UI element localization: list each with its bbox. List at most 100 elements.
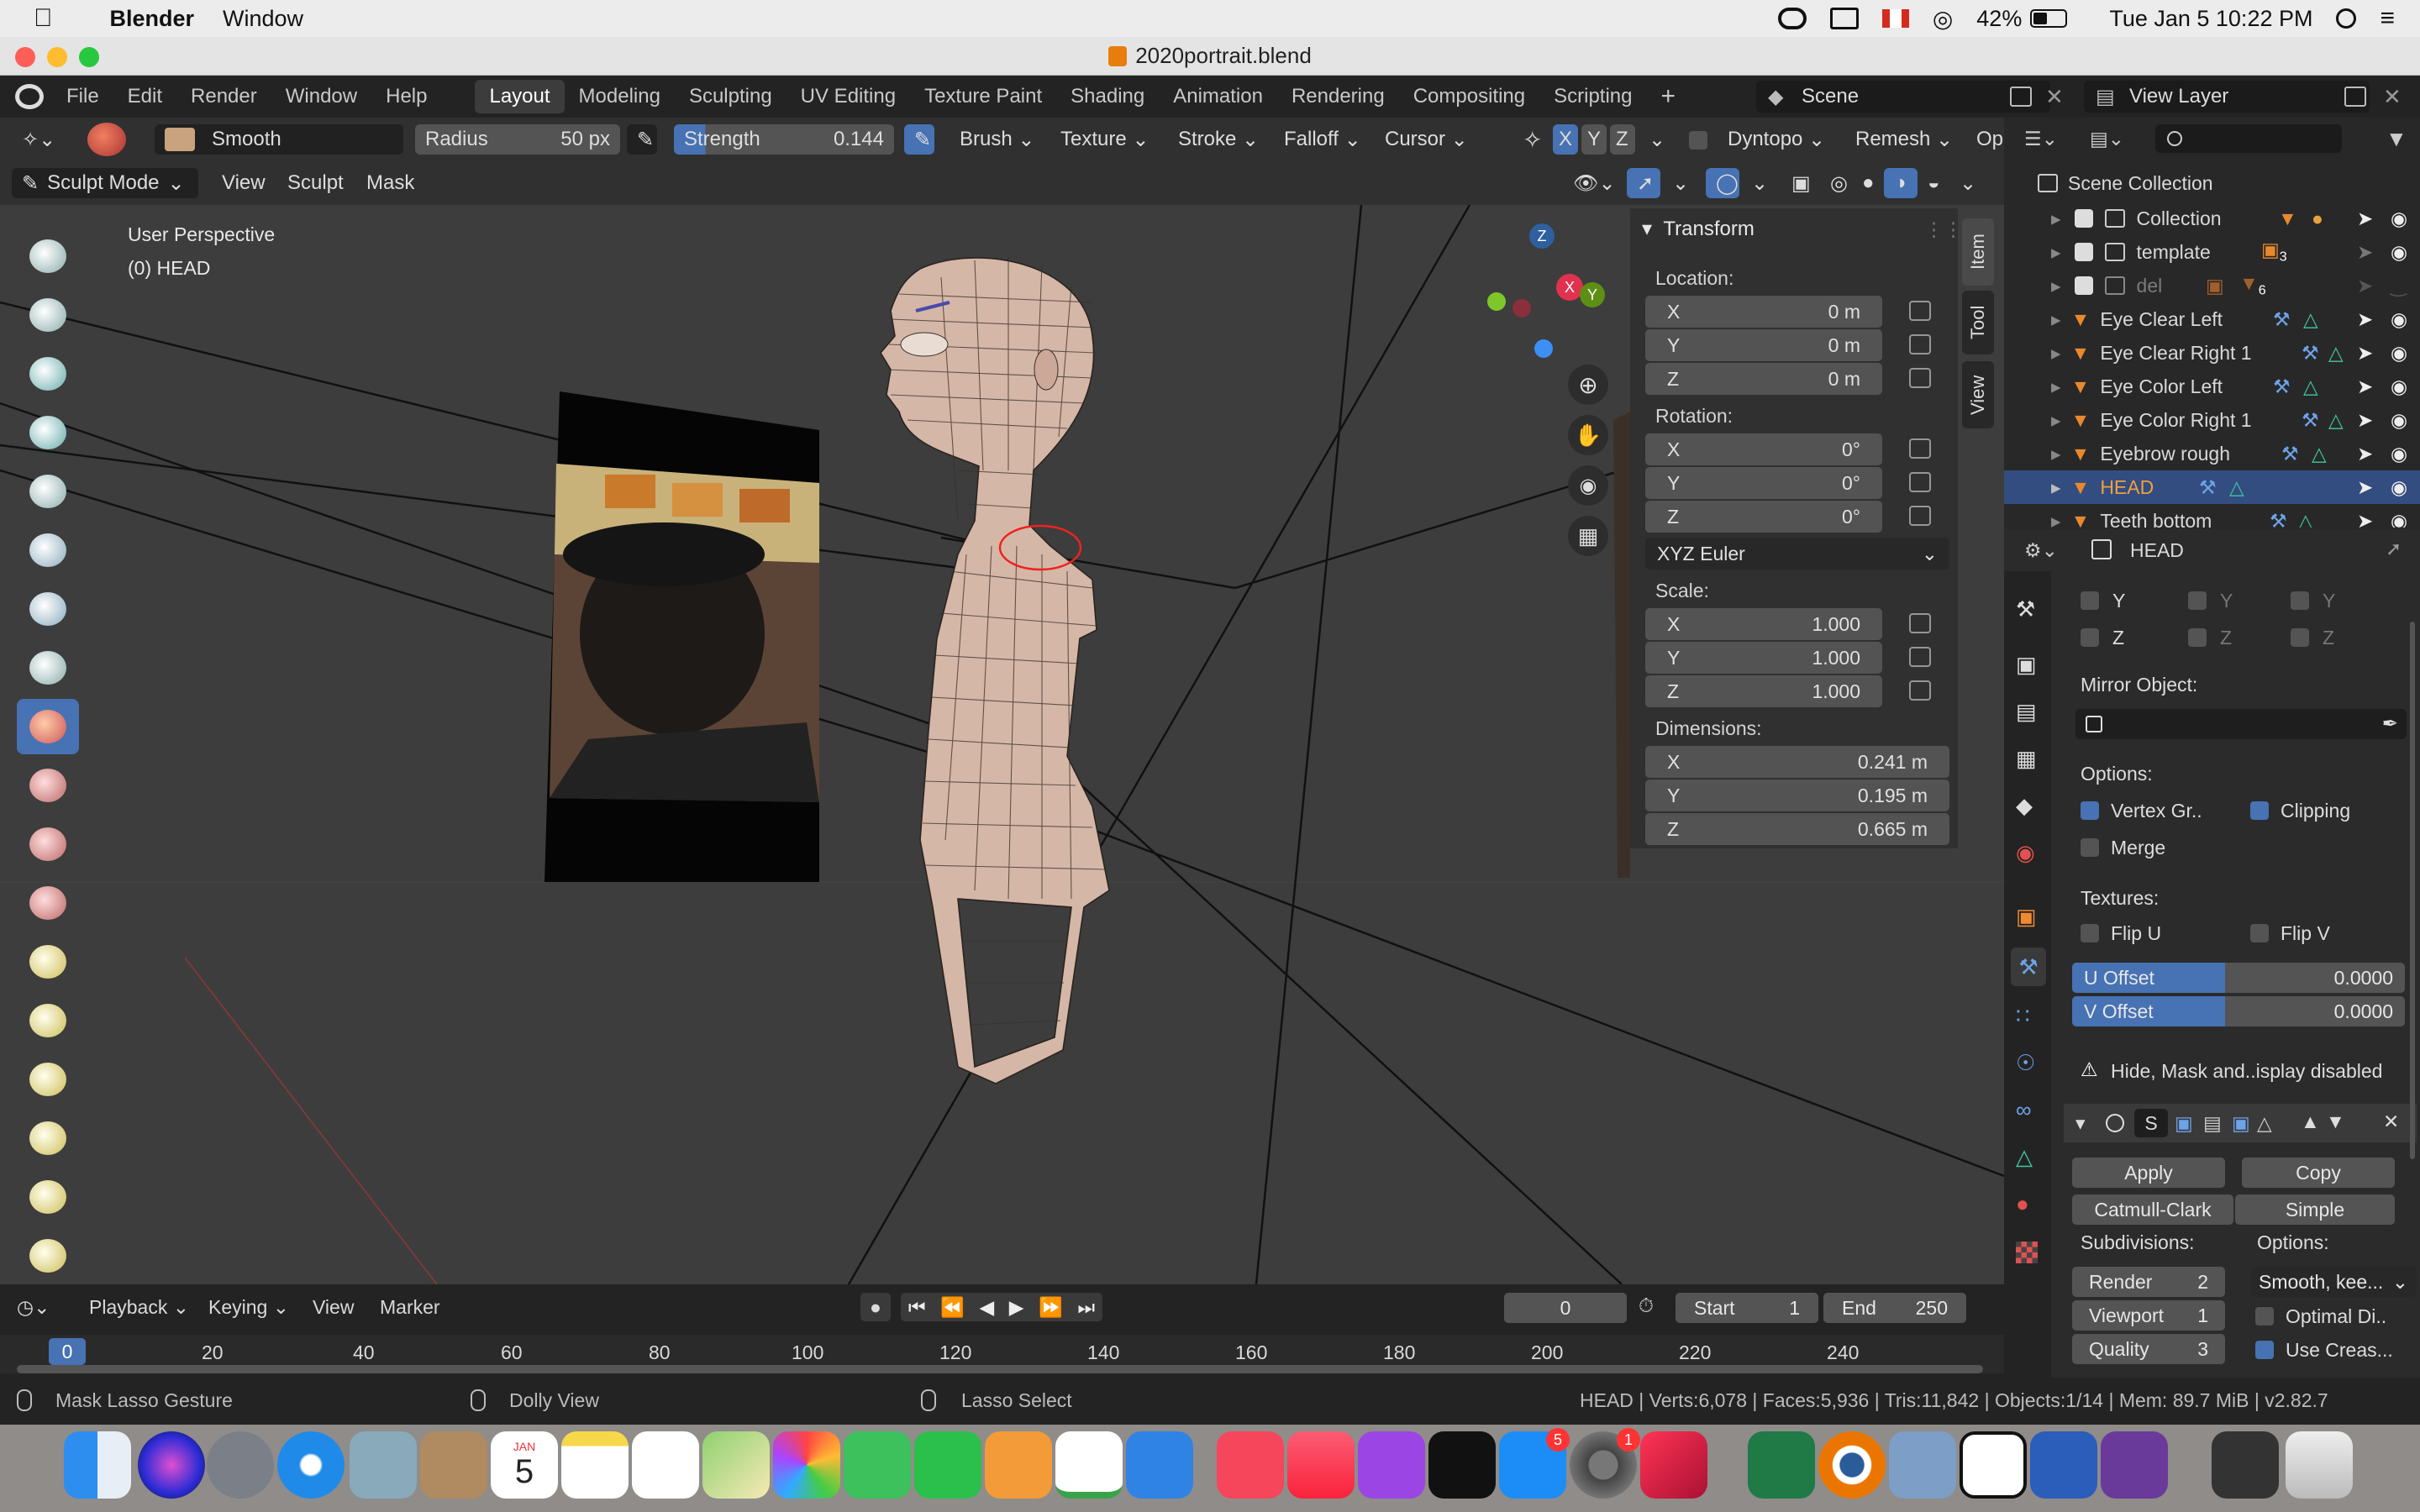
thumb-tool-icon[interactable] — [17, 1110, 79, 1166]
eye-icon[interactable]: ◉ — [2391, 308, 2407, 331]
lock-rotation-z-icon[interactable] — [1909, 506, 1931, 526]
dyntopo-menu[interactable]: Dyntopo ⌄ — [1718, 124, 1835, 155]
modifier-name-field[interactable]: S — [2134, 1109, 2168, 1137]
texture-tab-icon[interactable] — [2016, 1242, 2038, 1263]
menu-help[interactable]: Help — [371, 80, 441, 113]
physics-tab-icon[interactable]: ☉ — [2016, 1050, 2035, 1076]
image-capture-icon[interactable] — [1889, 1431, 1956, 1499]
material-tab-icon[interactable]: ● — [2016, 1191, 2029, 1217]
tool-tab-icon[interactable]: ⚒ — [2016, 596, 2035, 622]
flip-z-checkbox[interactable] — [2188, 628, 2207, 647]
dyntopo-checkbox[interactable] — [1689, 131, 1707, 150]
strength-slider[interactable]: Strength 0.144 — [674, 124, 894, 155]
eyedropper-icon[interactable]: ✒ — [2382, 712, 2398, 735]
select-cursor-icon[interactable]: ➤ — [2357, 275, 2373, 297]
uv-smooth-select[interactable]: Smooth, kee... ⌄ — [2250, 1267, 2417, 1297]
draw-brush-tool-icon[interactable] — [17, 228, 79, 284]
minimize-window-button[interactable] — [47, 47, 67, 67]
tab-layout[interactable]: Layout — [475, 80, 565, 113]
eye-closed-icon[interactable]: ‿ — [2391, 275, 2407, 297]
remove-view-layer-icon[interactable]: ✕ — [2383, 84, 2402, 110]
menu-edit[interactable]: Edit — [113, 80, 176, 113]
apple-icon[interactable]:  — [34, 4, 53, 33]
viewport-levels-field[interactable]: Viewport 1 — [2072, 1300, 2225, 1331]
symmetry-x-toggle[interactable]: X — [1553, 124, 1578, 155]
texture-menu[interactable]: Texture ⌄ — [1050, 124, 1159, 155]
expand-arrow-icon[interactable]: ▸ — [2051, 409, 2061, 432]
playhead-frame[interactable]: 0 — [49, 1338, 86, 1365]
v-offset-field[interactable]: V Offset 0.0000 — [2072, 996, 2405, 1026]
lock-rotation-y-icon[interactable] — [1909, 472, 1931, 492]
eye-icon[interactable]: ◉ — [2391, 476, 2407, 499]
strength-pressure-icon[interactable]: ✎ — [904, 124, 934, 155]
expand-arrow-icon[interactable]: ▸ — [2051, 308, 2061, 331]
overlay-toggle-icon[interactable]: ◯ — [1706, 168, 1739, 198]
word-icon[interactable] — [2030, 1431, 2097, 1499]
snake-hook-tool-icon[interactable] — [17, 1052, 79, 1107]
realtime-toggle-icon[interactable]: ▤ — [2203, 1112, 2222, 1135]
remove-scene-icon[interactable]: ✕ — [2045, 84, 2064, 110]
outliner-item-teeth-bottom[interactable]: ▸ ▼ Teeth bottom ⚒ △ ➤ ◉ — [2004, 504, 2420, 528]
brush-selector[interactable]: Smooth — [155, 124, 403, 155]
gizmo-neg-x[interactable] — [1512, 299, 1531, 318]
photos-icon[interactable] — [773, 1431, 840, 1499]
expand-arrow-icon[interactable]: ▸ — [2051, 275, 2061, 297]
expand-arrow-icon[interactable]: ▸ — [2051, 241, 2061, 264]
material-shading-icon[interactable]: ◑ — [1884, 168, 1918, 198]
menu-window[interactable]: Window — [271, 80, 371, 113]
eye-icon[interactable]: ◉ — [2391, 510, 2407, 528]
timeline-editor-type-icon[interactable]: ◷⌄ — [17, 1296, 50, 1319]
nudge-tool-icon[interactable] — [17, 1228, 79, 1284]
editor-type-icon[interactable]: ☰⌄ — [2024, 128, 2058, 150]
outliner-item-eye-color-left[interactable]: ▸ ▼ Eye Color Left ⚒ △ ➤ ◉ — [2004, 370, 2420, 403]
location-z-field[interactable]: Z0 m — [1645, 363, 1882, 395]
eye-icon[interactable]: ◉ — [2391, 207, 2407, 230]
preview-icon[interactable] — [350, 1431, 417, 1499]
facetime-icon[interactable] — [914, 1431, 981, 1499]
messages-icon[interactable] — [844, 1431, 911, 1499]
dimensions-x-field[interactable]: X 0.241 m — [1645, 746, 1949, 778]
pan-hand-icon[interactable]: ✋ — [1568, 415, 1608, 455]
view-layer-tab-icon[interactable]: ▦ — [2016, 746, 2037, 772]
outliner-item-eye-color-right[interactable]: ▸ ▼ Eye Color Right 1 ⚒ △ ➤ ◉ — [2004, 403, 2420, 437]
gizmo-z-axis[interactable]: Z — [1529, 223, 1555, 249]
contacts-icon[interactable] — [420, 1431, 487, 1499]
music-icon[interactable] — [1287, 1431, 1355, 1499]
play-icon[interactable]: ▶ — [1009, 1296, 1024, 1319]
rotation-z-field[interactable]: Z 0° — [1645, 501, 1882, 533]
panel-drag-handle-icon[interactable]: ⋮⋮ — [1924, 218, 1963, 241]
gizmo-options-chevron[interactable]: ⌄ — [1662, 168, 1699, 198]
creative-cloud-app-icon[interactable] — [1640, 1431, 1707, 1499]
u-offset-field[interactable]: U Offset 0.0000 — [2072, 963, 2405, 993]
copy-button[interactable]: Copy — [2242, 1158, 2395, 1188]
expand-arrow-icon[interactable]: ▸ — [2051, 342, 2061, 365]
select-cursor-icon[interactable]: ➤ — [2357, 375, 2373, 398]
symmetry-y-toggle[interactable]: Y — [1581, 124, 1607, 155]
shading-options-chevron[interactable]: ⌄ — [1949, 168, 1986, 198]
siri-icon[interactable] — [138, 1431, 205, 1499]
transform-section-header[interactable]: ▾ Transform — [1642, 217, 1754, 241]
overlay-options-chevron[interactable]: ⌄ — [1741, 168, 1778, 198]
select-cursor-icon[interactable]: ➤ — [2357, 207, 2373, 230]
blender-app-icon[interactable] — [1818, 1431, 1886, 1499]
outliner-item-del[interactable]: ▸ del ▣ ▼6 ➤ ‿ — [2004, 269, 2420, 302]
tab-uv-editing[interactable]: UV Editing — [786, 80, 910, 113]
rotation-x-field[interactable]: X 0° — [1645, 433, 1882, 465]
tab-texture-paint[interactable]: Texture Paint — [910, 80, 1056, 113]
clay-tool-icon[interactable] — [17, 346, 79, 402]
merge-checkbox[interactable] — [2081, 838, 2099, 857]
outliner-root[interactable]: Scene Collection — [2004, 166, 2420, 200]
jump-end-icon[interactable]: ⏭ — [1077, 1296, 1095, 1319]
wifi-icon[interactable]: ◎ — [1933, 5, 1953, 33]
menu-render[interactable]: Render — [176, 80, 271, 113]
new-scene-icon[interactable] — [2010, 87, 2032, 107]
mirror-y-checkbox[interactable] — [2291, 591, 2309, 610]
creative-cloud-icon[interactable] — [1777, 8, 1807, 29]
collapse-arrow-icon[interactable]: ▾ — [2075, 1112, 2086, 1135]
render-tab-icon[interactable]: ▣ — [2016, 652, 2037, 678]
pixel-cat-icon[interactable] — [2101, 1431, 2168, 1499]
exclude-checkbox[interactable] — [2074, 276, 2093, 295]
edit-mode-toggle-icon[interactable]: ▣ — [2175, 1112, 2193, 1135]
mirror-object-field[interactable]: ✒ — [2075, 709, 2407, 739]
notion-icon[interactable] — [1960, 1431, 2027, 1499]
